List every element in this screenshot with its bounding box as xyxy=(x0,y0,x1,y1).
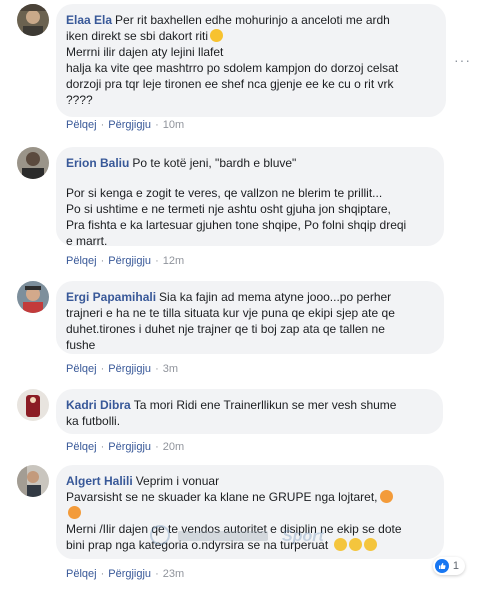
comment-text: halja ka vite qee mashtrro po sdolem kam… xyxy=(66,61,399,75)
author-name[interactable]: Algert Halili xyxy=(66,474,133,488)
eye-roll-emoji-icon xyxy=(348,538,362,551)
reply-link[interactable]: Përgjigju xyxy=(108,118,151,132)
timestamp[interactable]: 3m xyxy=(163,362,178,376)
author-name[interactable]: Erion Baliu xyxy=(66,156,129,170)
comment-actions: Pëlqej · Përgjigju · 20m xyxy=(66,440,185,454)
avatar[interactable] xyxy=(17,465,49,497)
author-name[interactable]: Elaa Ela xyxy=(66,13,112,27)
comment-actions: Pëlqej · Përgjigju · 3m xyxy=(66,362,179,376)
comment-text: Por si kenga e zogit te veres, qe vallzo… xyxy=(66,186,383,200)
comment-bubble: Algert Halili Veprim i vonuar Pavarsisht … xyxy=(56,465,444,559)
comment-actions: Pëlqej · Përgjigju · 23m xyxy=(66,567,185,581)
angry-emoji-icon xyxy=(379,490,393,503)
like-icon xyxy=(434,559,449,573)
like-count: 1 xyxy=(452,560,459,572)
comment-bubble: Erion Baliu Po te kotë jeni, "bardh e blu… xyxy=(56,147,444,248)
author-name[interactable]: Ergi Papamihali xyxy=(66,290,156,304)
comment-bubble: Elaa Ela Per rit baxhellen edhe mohurinjo… xyxy=(56,4,446,117)
comment-text: Merrni ilir dajen aty lejini llafet xyxy=(66,45,224,59)
comment-text: fushe xyxy=(66,338,96,352)
comment-actions: Pëlqej · Përgjigju · 10m xyxy=(66,118,185,132)
reply-link[interactable]: Përgjigju xyxy=(108,440,151,454)
comment-text: Veprim i vonuar xyxy=(135,474,220,488)
comment-text: trajneri e ha ne te tilla situata kur vj… xyxy=(66,306,395,320)
like-link[interactable]: Pëlqej xyxy=(66,254,97,268)
comment-text: Po te kotë jeni, "bardh e bluve" xyxy=(132,156,297,170)
comment-text: Pavarsisht se ne skuader ka klane ne GRU… xyxy=(66,490,378,504)
comment-text: ???? xyxy=(66,93,93,107)
reaction-count-badge[interactable]: 1 xyxy=(432,557,465,575)
timestamp[interactable]: 10m xyxy=(163,118,184,132)
like-link[interactable]: Pëlqej xyxy=(66,362,97,376)
comment-text: iken direkt se sbi dakort riti xyxy=(66,29,209,43)
avatar[interactable] xyxy=(17,389,49,421)
comment-text: Per rit baxhellen edhe mohurinjo a ancel… xyxy=(115,13,390,27)
like-link[interactable]: Pëlqej xyxy=(66,440,97,454)
more-options-icon[interactable]: ··· xyxy=(454,53,470,67)
comment-text: dorzoji pra tqr leje tironen ee shef nca… xyxy=(66,77,394,91)
like-link[interactable]: Pëlqej xyxy=(66,118,97,132)
avatar[interactable] xyxy=(17,147,49,179)
eye-roll-emoji-icon xyxy=(363,538,377,551)
author-name[interactable]: Kadri Dibra xyxy=(66,398,131,412)
comment-text: ka futbolli. xyxy=(66,414,121,428)
comment-bubble: Kadri Dibra Ta mori Ridi ene Trainerlliku… xyxy=(56,389,443,434)
comment-text: Merni /Ilir dajen qe te vendos autoritet… xyxy=(66,522,402,536)
comment-text: bini prap nga kategoria o.ndyrsira se na… xyxy=(66,538,329,552)
comment-text: Ta mori Ridi ene Trainerllikun se mer ve… xyxy=(133,398,397,412)
reply-link[interactable]: Përgjigju xyxy=(108,567,151,581)
comment-text: Po si ushtime e ne termeti nje ashtu osh… xyxy=(66,202,391,216)
angry-emoji-icon xyxy=(68,506,81,519)
comment-actions: Pëlqej · Përgjigju · 12m xyxy=(66,254,185,268)
wink-emoji-icon xyxy=(210,29,224,42)
comment-text: e marrt. xyxy=(66,234,108,248)
comment-text: Pra fishta e ka lartesuar gjuhen tone sh… xyxy=(66,218,407,232)
timestamp[interactable]: 23m xyxy=(163,567,184,581)
reply-link[interactable]: Përgjigju xyxy=(108,254,151,268)
like-link[interactable]: Pëlqej xyxy=(66,567,97,581)
avatar[interactable] xyxy=(17,4,49,36)
avatar[interactable] xyxy=(17,281,49,313)
timestamp[interactable]: 20m xyxy=(163,440,184,454)
comment-text: Sia ka fajin ad mema atyne jooo...po per… xyxy=(159,290,392,304)
reply-link[interactable]: Përgjigju xyxy=(108,362,151,376)
timestamp[interactable]: 12m xyxy=(163,254,184,268)
comment-text: duhet.tirones i duhet nje trajner qe ti … xyxy=(66,322,385,336)
comment-bubble: Ergi Papamihali Sia ka fajin ad mema atyn… xyxy=(56,281,444,354)
eye-roll-emoji-icon xyxy=(333,538,347,551)
